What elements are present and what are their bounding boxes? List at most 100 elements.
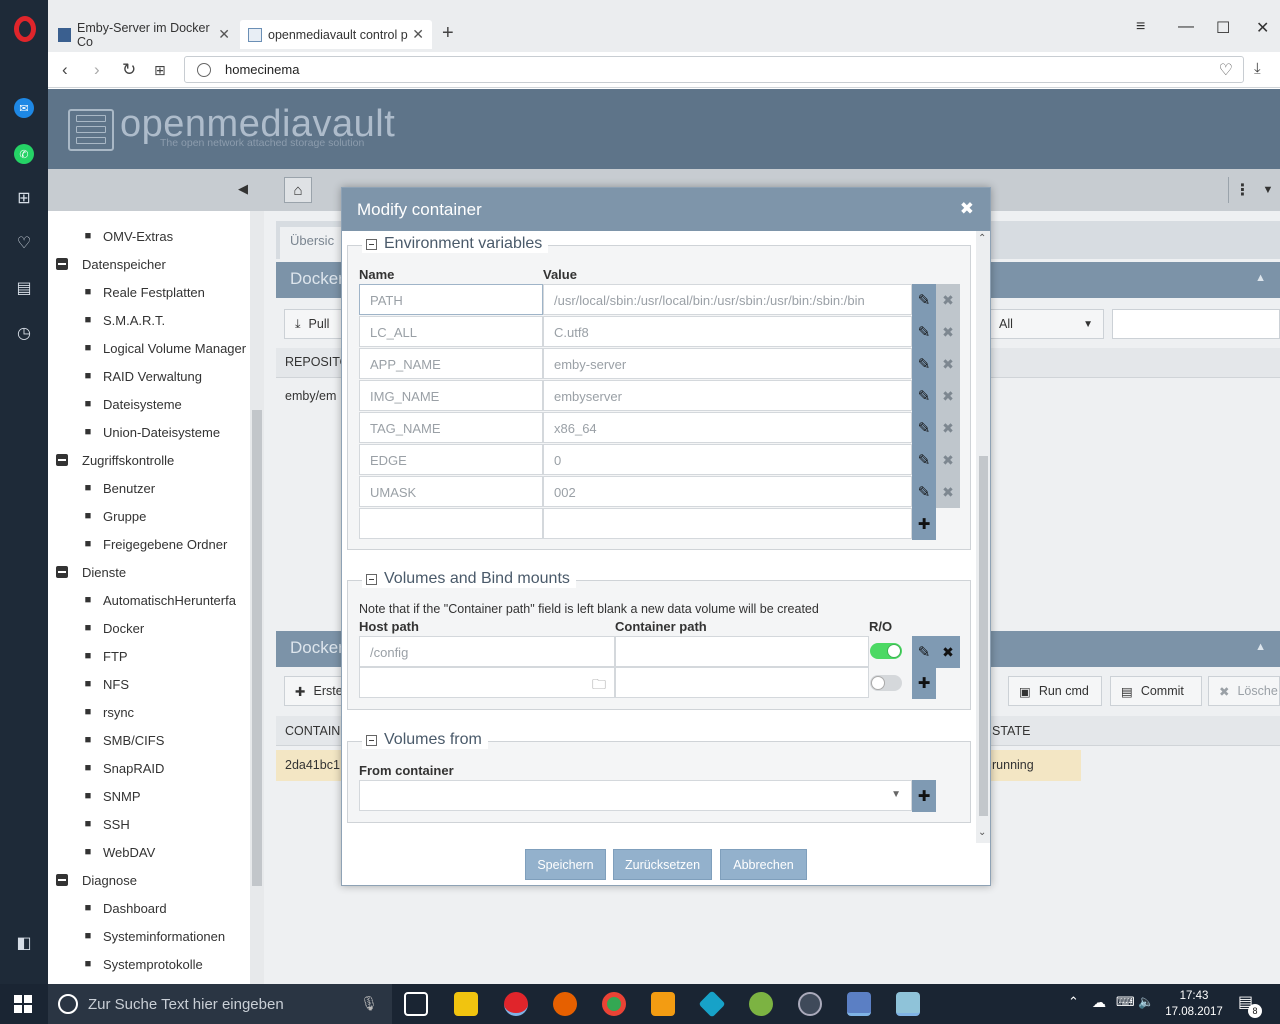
env-value-cell[interactable]: x86_64: [543, 412, 912, 443]
env-name-cell[interactable]: LC_ALL: [359, 316, 543, 347]
new-env-value-input[interactable]: [543, 508, 912, 539]
delete-icon[interactable]: ✖: [936, 636, 960, 668]
delete-icon[interactable]: ✖: [936, 348, 960, 380]
host-path-cell[interactable]: /config: [359, 636, 615, 667]
new-read-only-toggle[interactable]: [870, 675, 902, 691]
collapse-icon[interactable]: [56, 258, 68, 270]
whatsapp-icon[interactable]: ✆: [14, 144, 34, 164]
kodi-icon[interactable]: [698, 990, 726, 1018]
read-only-toggle[interactable]: [870, 643, 902, 659]
nav-item[interactable]: ■ RAID Verwaltung: [48, 362, 202, 390]
run-cmd-button[interactable]: ▣ Run cmd: [1008, 676, 1102, 706]
home-icon[interactable]: ⌂: [284, 177, 312, 203]
collapse-icon[interactable]: [366, 573, 377, 585]
tabs-grid-icon[interactable]: ⊞: [154, 62, 166, 79]
volume-icon[interactable]: 🔈: [1138, 994, 1154, 1010]
edit-icon[interactable]: ✎: [912, 316, 936, 348]
file-explorer-icon[interactable]: [454, 992, 478, 1016]
collapse-icon[interactable]: [56, 454, 68, 466]
more-options-icon[interactable]: ⋮: [1228, 177, 1256, 203]
windows-start-icon[interactable]: [14, 995, 32, 1013]
new-host-path-input[interactable]: 🗀: [359, 667, 615, 698]
url-input[interactable]: homecinema ♡: [184, 56, 1244, 83]
delete-icon[interactable]: ✖: [936, 380, 960, 412]
dialog-scrollbar[interactable]: ⌃ ⌄: [976, 231, 990, 843]
nav-item[interactable]: ■ SNMP: [48, 782, 141, 810]
minimize-icon[interactable]: —: [1178, 18, 1194, 36]
tray-clock[interactable]: 17:43 17.08.2017: [1160, 988, 1228, 1020]
env-value-cell[interactable]: emby-server: [543, 348, 912, 379]
collapse-icon[interactable]: [366, 734, 377, 746]
edit-icon[interactable]: ✎: [912, 412, 936, 444]
env-name-cell[interactable]: APP_NAME: [359, 348, 543, 379]
nav-item[interactable]: ■ Dateisysteme: [48, 390, 182, 418]
nav-item[interactable]: ■ Benutzer: [48, 474, 155, 502]
collapse-icon[interactable]: [56, 874, 68, 886]
taskbar-search-input[interactable]: Zur Suche Text hier eingeben 🎙: [48, 984, 392, 1024]
messenger-icon[interactable]: ✉: [14, 98, 34, 118]
reset-button[interactable]: Zurücksetzen: [613, 849, 712, 880]
env-value-cell[interactable]: C.utf8: [543, 316, 912, 347]
edit-icon[interactable]: ✎: [912, 284, 936, 316]
env-name-cell[interactable]: PATH: [359, 284, 543, 315]
nav-item[interactable]: ■ Docker: [48, 614, 145, 642]
tab-emby[interactable]: Emby-Server im Docker Co ✕: [50, 20, 238, 49]
create-button[interactable]: ✚ Erste: [284, 676, 344, 706]
delete-icon[interactable]: ✖: [936, 316, 960, 348]
news-icon[interactable]: ▤: [14, 278, 34, 298]
edit-icon[interactable]: ✎: [912, 444, 936, 476]
notes-app-icon[interactable]: [896, 992, 920, 1016]
search-filter-input[interactable]: [1112, 309, 1280, 339]
collapse-icon[interactable]: [56, 566, 68, 578]
nav-item[interactable]: ■ SnapRAID: [48, 754, 165, 782]
tab-overview[interactable]: Übersic: [280, 227, 345, 259]
close-window-icon[interactable]: ✕: [1256, 18, 1269, 38]
env-value-cell[interactable]: 0: [543, 444, 912, 475]
task-view-icon[interactable]: [404, 992, 428, 1016]
forward-icon[interactable]: ›: [94, 60, 100, 80]
bookmarks-heart-icon[interactable]: ♡: [14, 233, 34, 253]
add-plus-icon[interactable]: ✚: [912, 780, 936, 812]
app-icon[interactable]: [651, 992, 675, 1016]
panel-collapse-icon[interactable]: ▲: [1255, 272, 1266, 284]
filter-select[interactable]: All ▼: [988, 309, 1104, 339]
sidebar-toggle-icon[interactable]: ◧: [14, 933, 34, 953]
nav-category[interactable]: Dienste: [48, 558, 126, 586]
chrome-icon[interactable]: [602, 992, 626, 1016]
nav-item[interactable]: ■ S.M.A.R.T.: [48, 306, 165, 334]
nav-item[interactable]: ■ WebDAV: [48, 838, 156, 866]
edit-icon[interactable]: ✎: [912, 636, 936, 668]
collapse-icon[interactable]: [366, 238, 377, 250]
network-app-icon[interactable]: [847, 992, 871, 1016]
add-plus-icon[interactable]: ✚: [912, 667, 936, 699]
collapse-nav-icon[interactable]: ◀: [238, 181, 248, 197]
delete-icon[interactable]: ✖: [936, 476, 960, 508]
new-env-name-input[interactable]: [359, 508, 543, 539]
close-tab-icon[interactable]: ✕: [412, 26, 424, 43]
nav-category[interactable]: Datenspeicher: [48, 250, 166, 278]
scroll-down-icon[interactable]: ⌄: [978, 827, 986, 838]
reload-icon[interactable]: ↻: [122, 60, 136, 80]
volumes-legend[interactable]: Volumes and Bind mounts: [362, 570, 576, 588]
nav-scrollbar-thumb[interactable]: [252, 410, 262, 886]
nav-item[interactable]: ■ Systemprotokolle: [48, 950, 203, 978]
cancel-button[interactable]: Abbrechen: [720, 849, 807, 880]
delete-icon[interactable]: ✖: [936, 284, 960, 316]
new-container-path-input[interactable]: [615, 667, 869, 698]
dropdown-chevron-icon[interactable]: ▼: [1256, 177, 1280, 203]
add-plus-icon[interactable]: ✚: [912, 508, 936, 540]
save-button[interactable]: Speichern: [525, 849, 606, 880]
delete-icon[interactable]: ✖: [936, 444, 960, 476]
tab-menu-icon[interactable]: ≡: [1136, 18, 1145, 36]
new-tab-plus-icon[interactable]: +: [442, 22, 454, 45]
nav-item[interactable]: ■ SMB/CIFS: [48, 726, 165, 754]
row-repository[interactable]: emby/em: [285, 389, 336, 403]
close-icon[interactable]: ✖: [960, 199, 974, 219]
lock-app-icon[interactable]: [798, 992, 822, 1016]
commit-button[interactable]: ▤ Commit: [1110, 676, 1202, 706]
nav-item[interactable]: ■ SSH: [48, 810, 130, 838]
dialog-scrollbar-thumb[interactable]: [979, 456, 988, 816]
opera-logo-icon[interactable]: [14, 16, 36, 42]
env-name-cell[interactable]: EDGE: [359, 444, 543, 475]
nav-item[interactable]: ■ NFS: [48, 670, 129, 698]
